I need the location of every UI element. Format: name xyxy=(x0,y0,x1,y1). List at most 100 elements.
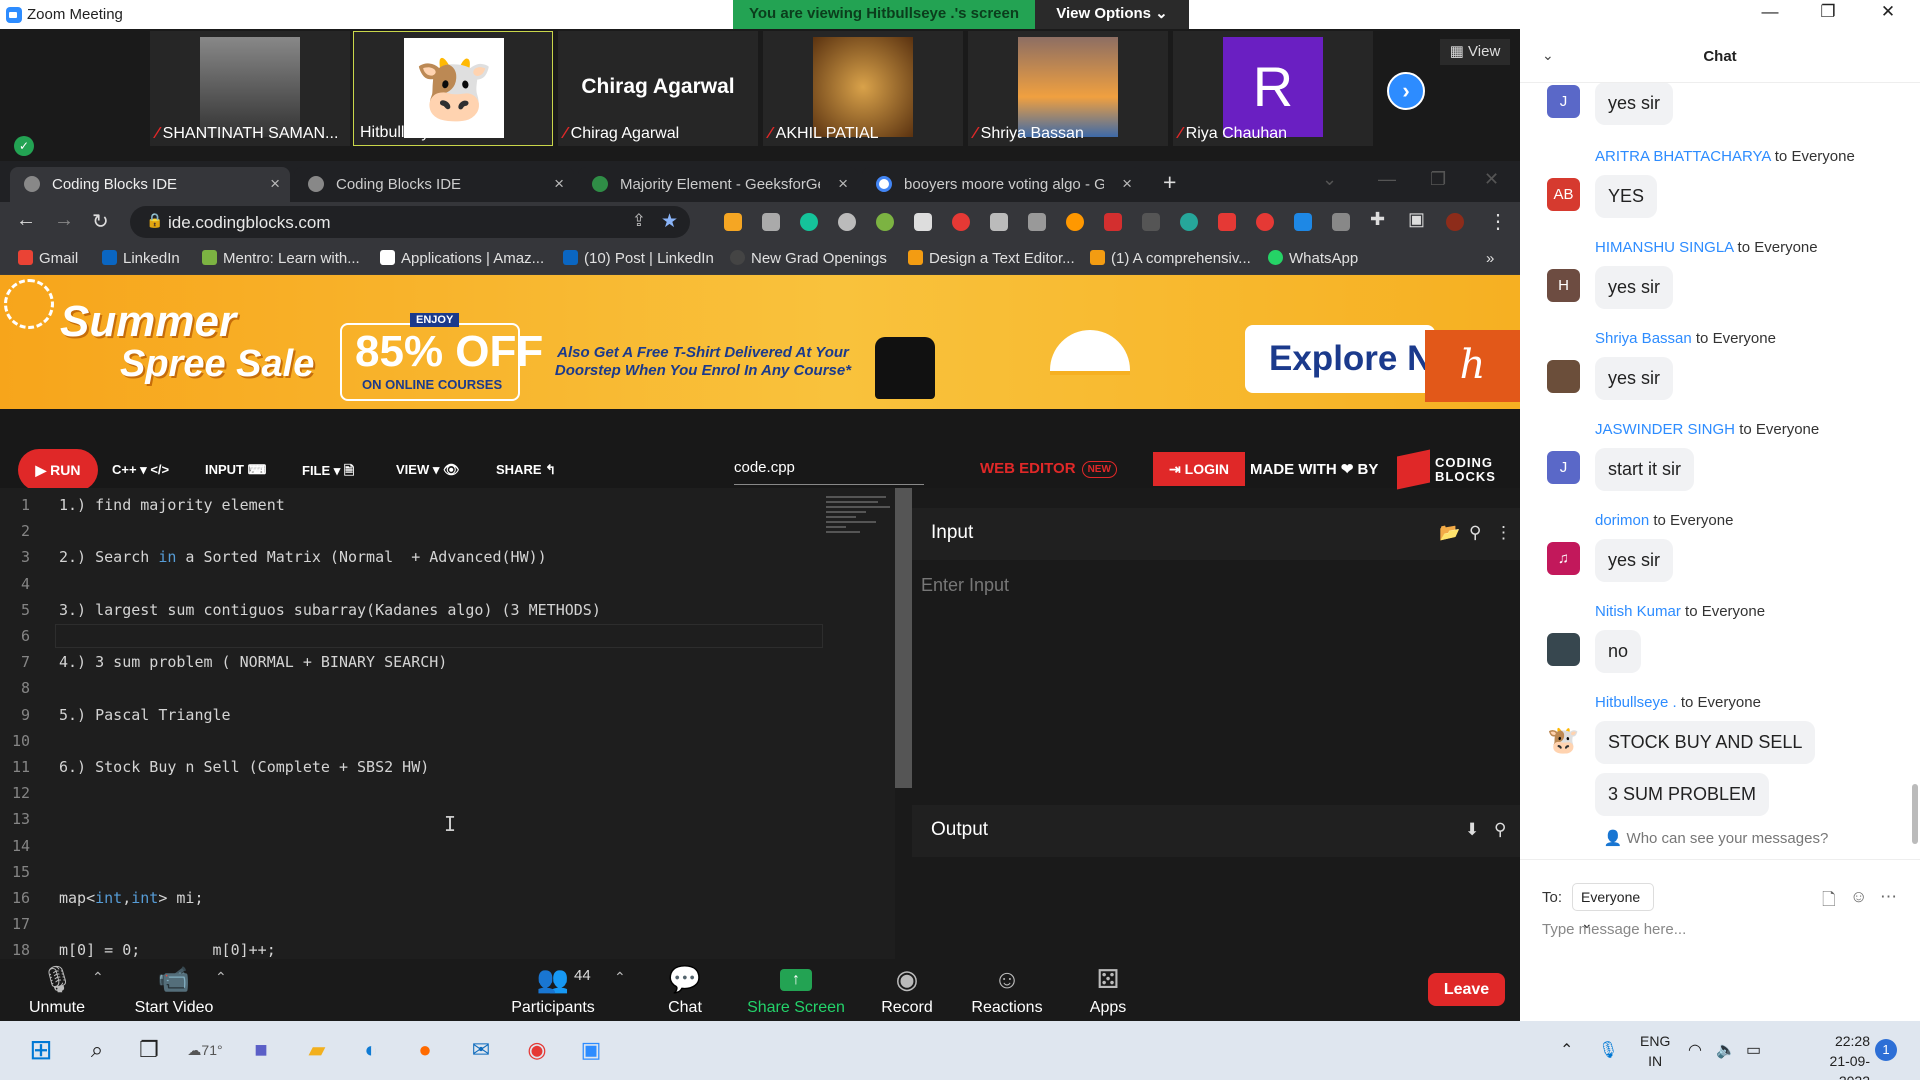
profile-avatar[interactable] xyxy=(1446,213,1464,231)
microphone-icon[interactable]: 🎙 xyxy=(1598,1040,1618,1060)
extension-icon[interactable] xyxy=(1218,213,1236,231)
sender-name[interactable]: dorimon xyxy=(1595,512,1649,529)
more-bookmarks-icon[interactable]: » xyxy=(1486,250,1494,267)
task-view-icon[interactable]: ❐ xyxy=(130,1031,168,1069)
extensions-puzzle-icon[interactable]: ✚ xyxy=(1370,209,1385,230)
tab-coding-blocks-ide-1[interactable]: Coding Blocks IDE × xyxy=(10,167,290,202)
bookmark-design-text-editor[interactable]: Design a Text Editor... xyxy=(908,250,1075,267)
tab-close-icon[interactable]: × xyxy=(554,174,564,194)
tab-google-search[interactable]: booyers moore voting algo - Goo × xyxy=(862,167,1142,202)
download-icon[interactable]: ⬇ xyxy=(1465,820,1479,840)
attach-icon[interactable]: ⚲ xyxy=(1469,523,1481,543)
show-hidden-icons-chevron[interactable]: ⌃ xyxy=(1560,1040,1573,1060)
extension-icon[interactable] xyxy=(762,213,780,231)
apps-button[interactable]: ⚄ Apps xyxy=(1053,961,1163,1021)
share-menu[interactable]: SHARE ↰ xyxy=(496,462,556,478)
tab-close-icon[interactable]: × xyxy=(1122,174,1132,194)
bookmark-linkedin-post[interactable]: (10) Post | LinkedIn xyxy=(563,250,714,267)
teams-chat-icon[interactable]: ■ xyxy=(242,1031,280,1069)
editor-scrollbar[interactable] xyxy=(895,488,912,788)
tab-geeksforgeeks[interactable]: Majority Element - GeeksforGeek × xyxy=(578,167,858,202)
extension-icon[interactable] xyxy=(1104,213,1122,231)
audio-options-chevron-icon[interactable]: ⌃ xyxy=(92,969,104,986)
chat-messages[interactable]: Jyes sir ARITRA BHATTACHARYA to Everyone A… xyxy=(1520,83,1920,833)
extension-icon[interactable] xyxy=(1256,213,1274,231)
file-icon[interactable]: 🗋 xyxy=(1822,887,1836,916)
record-button[interactable]: ◉ Record xyxy=(852,961,962,1021)
bookmark-whatsapp[interactable]: WhatsApp xyxy=(1268,250,1358,267)
notification-badge[interactable]: 1 xyxy=(1875,1039,1897,1061)
tab-search-icon[interactable]: ⌄ xyxy=(1322,169,1337,190)
bookmark-star-icon[interactable]: ★ xyxy=(661,210,678,233)
participant-tile[interactable]: ⁄ Shriya Bassan xyxy=(968,31,1168,146)
bookmark-amazon[interactable]: Applications | Amaz... xyxy=(380,250,544,267)
start-video-button[interactable]: 📹 Start Video xyxy=(119,961,229,1021)
view-layout-button[interactable]: ▦ View xyxy=(1440,39,1510,65)
next-participants-button[interactable]: › xyxy=(1387,72,1425,110)
language-indicator[interactable]: ENG IN xyxy=(1640,1031,1670,1071)
browser-close-icon[interactable]: ✕ xyxy=(1484,169,1499,190)
sender-name[interactable]: ARITRA BHATTACHARYA xyxy=(1595,148,1771,165)
sender-name[interactable]: Nitish Kumar xyxy=(1595,603,1681,620)
attach-icon[interactable]: ⚲ xyxy=(1494,820,1506,840)
participant-tile[interactable]: ⁄ SHANTINATH SAMAN... xyxy=(150,31,350,146)
tab-coding-blocks-ide-2[interactable]: Coding Blocks IDE × xyxy=(294,167,574,202)
edge-icon[interactable]: ◐ xyxy=(352,1031,390,1069)
sender-name[interactable]: Hitbullseye . xyxy=(1595,694,1677,711)
filename-input[interactable]: code.cpp xyxy=(734,459,924,485)
chat-message-input[interactable]: Type message here... xyxy=(1542,921,1686,938)
participants-button[interactable]: 👥 44 Participants xyxy=(498,961,608,1021)
sender-name[interactable]: JASWINDER SINGH xyxy=(1595,421,1735,438)
code-editor[interactable]: 1 1.) find majority element 2 3 2.) Search i… xyxy=(0,488,895,959)
mail-icon[interactable]: ✉ xyxy=(462,1031,500,1069)
windows-start-icon[interactable]: ⊞ xyxy=(22,1031,60,1069)
run-button[interactable]: ▶ RUN xyxy=(18,449,98,491)
tab-close-icon[interactable]: × xyxy=(270,174,280,194)
extension-icon[interactable] xyxy=(952,213,970,231)
extension-icon[interactable] xyxy=(1142,213,1160,231)
share-icon[interactable]: ⇪ xyxy=(632,211,646,231)
bookmark-linkedin[interactable]: LinkedIn xyxy=(102,250,180,267)
chat-scrollbar[interactable] xyxy=(1912,784,1918,844)
extension-icon[interactable] xyxy=(838,213,856,231)
participant-tile[interactable]: R ⁄ Riya Chauhan xyxy=(1173,31,1373,146)
participant-tile-active-speaker[interactable]: 🐮 Hitbullseye . xyxy=(353,31,553,146)
side-panel-icon[interactable]: ▣ xyxy=(1408,209,1425,230)
bookmark-new-grad[interactable]: New Grad Openings xyxy=(730,250,887,267)
explore-now-button[interactable]: Explore No xyxy=(1245,325,1435,393)
sender-name[interactable]: HIMANSHU SINGLA xyxy=(1595,239,1733,256)
view-menu[interactable]: VIEW ▾ 👁 xyxy=(396,462,459,478)
leave-button[interactable]: Leave xyxy=(1428,973,1505,1006)
extension-icon[interactable] xyxy=(1180,213,1198,231)
reload-icon[interactable]: ↻ xyxy=(92,209,109,234)
recipient-select[interactable]: Everyone ⌄ xyxy=(1572,883,1654,931)
language-menu[interactable]: C++ ▾ </> xyxy=(112,462,169,478)
promo-banner[interactable]: Summer Spree Sale ENJOY 85% OFF ON ONLIN… xyxy=(0,275,1520,409)
editor-minimap[interactable] xyxy=(826,496,895,566)
address-bar[interactable]: 🔒 ide.codingblocks.com ⇪ ★ xyxy=(130,206,690,238)
extension-icon[interactable] xyxy=(1066,213,1084,231)
participants-chevron-icon[interactable]: ⌃ xyxy=(614,969,626,986)
extension-icon[interactable] xyxy=(876,213,894,231)
zoom-taskbar-icon[interactable]: ▣ xyxy=(572,1031,610,1069)
weather-widget[interactable]: ☁71° xyxy=(186,1031,224,1069)
extension-icon[interactable] xyxy=(1332,213,1350,231)
chrome-icon[interactable]: ◉ xyxy=(518,1031,556,1069)
new-tab-button[interactable]: + xyxy=(1163,169,1176,196)
maximize-icon[interactable]: ❐ xyxy=(1808,2,1848,26)
input-textarea[interactable]: Enter Input xyxy=(921,575,1009,596)
browser-minimize-icon[interactable]: — xyxy=(1378,169,1396,190)
browser-menu-icon[interactable]: ⋮ xyxy=(1488,209,1508,234)
share-screen-button[interactable]: ↑ Share Screen xyxy=(740,961,852,1021)
search-icon[interactable]: ⌕ xyxy=(78,1031,116,1069)
minimize-icon[interactable]: — xyxy=(1750,2,1790,26)
file-menu[interactable]: FILE ▾ 🗎 xyxy=(302,462,354,484)
participant-tile[interactable]: Chirag Agarwal ⁄ Chirag Agarwal xyxy=(558,31,758,146)
extension-icon[interactable] xyxy=(1294,213,1312,231)
grammarly-icon[interactable] xyxy=(800,213,818,231)
view-options-button[interactable]: View Options ⌄ xyxy=(1035,0,1189,29)
video-options-chevron-icon[interactable]: ⌃ xyxy=(215,969,227,986)
file-explorer-icon[interactable]: ▰ xyxy=(298,1031,336,1069)
forward-icon[interactable]: → xyxy=(54,209,74,232)
browser-restore-icon[interactable]: ❐ xyxy=(1430,169,1446,190)
